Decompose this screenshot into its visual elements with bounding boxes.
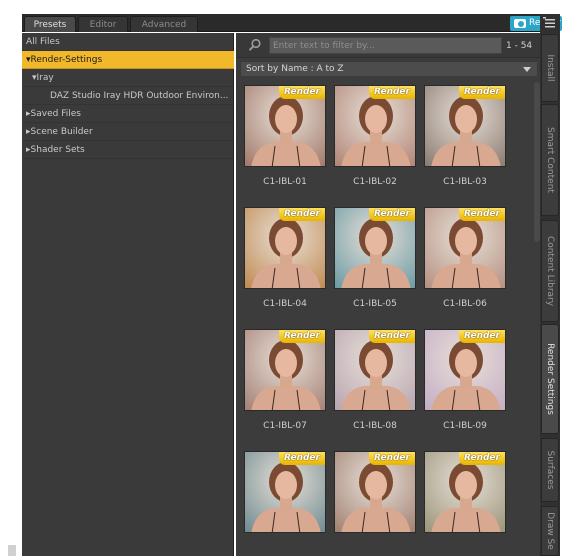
tab-advanced[interactable]: Advanced — [130, 16, 198, 32]
tree-item-label: Iray — [36, 73, 54, 83]
render-badge: Render — [459, 86, 505, 99]
preset-thumbnail[interactable]: Render — [244, 451, 326, 533]
render-badge: Render — [459, 330, 505, 343]
side-tab-label: Draw Se — [545, 512, 555, 550]
camera-icon — [514, 19, 526, 28]
preset-item[interactable]: Render — [424, 447, 506, 556]
category-tree: All Files ▾Render-Settings ▾Iray DAZ Studio… — [22, 33, 234, 556]
tree-item-label: All Files — [26, 37, 60, 47]
preset-thumbnail[interactable]: Render — [334, 451, 416, 533]
side-tab-label: Surfaces — [545, 450, 555, 490]
preset-grid: Render C1-IBL-01 Render C1-IBL-02 Render C1-I… — [236, 81, 536, 556]
search-icon[interactable] — [248, 38, 262, 52]
preset-thumbnail[interactable]: Render — [334, 329, 416, 411]
result-range: 1 - 54 — [506, 41, 533, 51]
preset-label: C1-IBL-01 — [263, 177, 307, 187]
tree-item-label: DAZ Studio Iray HDR Outdoor Environ... — [50, 91, 229, 101]
preset-item[interactable]: Render C1-IBL-03 — [424, 81, 506, 201]
preset-thumbnail[interactable]: Render — [244, 85, 326, 167]
preset-item[interactable]: Render C1-IBL-02 — [334, 81, 416, 201]
preset-item[interactable]: Render C1-IBL-08 — [334, 325, 416, 445]
render-badge: Render — [369, 452, 415, 465]
side-tab[interactable]: Content Library — [541, 220, 559, 322]
tree-item-label: Render-Settings — [30, 55, 103, 65]
tree-item-label: Saved Files — [30, 109, 81, 119]
tree-item-label: Scene Builder — [30, 127, 93, 137]
preset-thumbnail[interactable]: Render — [244, 329, 326, 411]
render-badge: Render — [459, 452, 505, 465]
side-tab[interactable]: Smart Content — [541, 104, 559, 216]
render-badge: Render — [279, 452, 325, 465]
side-tab[interactable]: Draw Se — [541, 506, 559, 556]
render-badge: Render — [369, 330, 415, 343]
tree-item[interactable]: ▾Render-Settings — [22, 51, 234, 69]
preset-label: C1-IBL-06 — [443, 299, 487, 309]
pane-tab-bar: Presets Editor Advanced Render — [22, 14, 562, 32]
tab-presets[interactable]: Presets — [24, 16, 76, 32]
preset-label: C1-IBL-02 — [353, 177, 397, 187]
preset-thumbnail[interactable]: Render — [244, 207, 326, 289]
preset-thumbnail[interactable]: Render — [424, 451, 506, 533]
preset-item[interactable]: Render C1-IBL-07 — [244, 325, 326, 445]
preset-label: C1-IBL-05 — [353, 299, 397, 309]
scrollbar[interactable] — [8, 545, 16, 556]
render-badge: Render — [279, 330, 325, 343]
render-badge: Render — [279, 86, 325, 99]
side-tab-strip: Install Smart Content Content Library Rende… — [540, 14, 560, 556]
preset-label: C1-IBL-07 — [263, 421, 307, 431]
sort-label: Sort by Name : A to Z — [246, 64, 344, 74]
preset-item[interactable]: Render C1-IBL-06 — [424, 203, 506, 323]
preset-label: C1-IBL-03 — [443, 177, 487, 187]
side-tab[interactable]: Install — [541, 34, 559, 102]
preset-item[interactable]: Render C1-IBL-09 — [424, 325, 506, 445]
preset-item[interactable]: Render C1-IBL-01 — [244, 81, 326, 201]
side-tab-label: Install — [545, 54, 555, 82]
preset-item[interactable]: Render — [334, 447, 416, 556]
preset-thumbnail[interactable]: Render — [424, 329, 506, 411]
side-tab-label: Smart Content — [545, 127, 555, 193]
preset-thumbnail[interactable]: Render — [424, 85, 506, 167]
tree-item[interactable]: DAZ Studio Iray HDR Outdoor Environ... — [22, 87, 234, 105]
chevron-down-icon — [523, 67, 531, 72]
preset-item[interactable]: Render — [244, 447, 326, 556]
render-badge: Render — [459, 208, 505, 221]
sort-dropdown[interactable]: Sort by Name : A to Z — [240, 61, 538, 77]
preset-label: C1-IBL-04 — [263, 299, 307, 309]
content-panel: 1 - 54 Sort by Name : A to Z Render C1-IB… — [236, 33, 540, 556]
tree-item[interactable]: ▸Shader Sets — [22, 141, 234, 159]
preset-item[interactable]: Render C1-IBL-04 — [244, 203, 326, 323]
preset-label: C1-IBL-08 — [353, 421, 397, 431]
tab-editor[interactable]: Editor — [78, 16, 128, 32]
preset-label: C1-IBL-09 — [443, 421, 487, 431]
render-badge: Render — [369, 208, 415, 221]
tree-item-label: Shader Sets — [30, 145, 85, 155]
preset-thumbnail[interactable]: Render — [334, 85, 416, 167]
app-window: Presets Editor Advanced Render All Files… — [0, 0, 564, 556]
render-badge: Render — [279, 208, 325, 221]
tree-item[interactable]: ▾Iray — [22, 69, 234, 87]
preset-item[interactable]: Render C1-IBL-05 — [334, 203, 416, 323]
render-badge: Render — [369, 86, 415, 99]
tree-item[interactable]: ▸Scene Builder — [22, 123, 234, 141]
side-tab[interactable]: Render Settings — [541, 324, 559, 434]
side-tab-label: Content Library — [545, 235, 555, 307]
filter-input[interactable] — [269, 37, 502, 54]
side-tab[interactable]: Surfaces — [541, 438, 559, 502]
filter-bar: 1 - 54 — [236, 33, 540, 58]
tree-item[interactable]: ▸Saved Files — [22, 105, 234, 123]
side-tab-label: Render Settings — [545, 343, 555, 415]
tree-item[interactable]: All Files — [22, 33, 234, 51]
preset-thumbnail[interactable]: Render — [424, 207, 506, 289]
menu-icon[interactable] — [543, 17, 557, 29]
preset-thumbnail[interactable]: Render — [334, 207, 416, 289]
